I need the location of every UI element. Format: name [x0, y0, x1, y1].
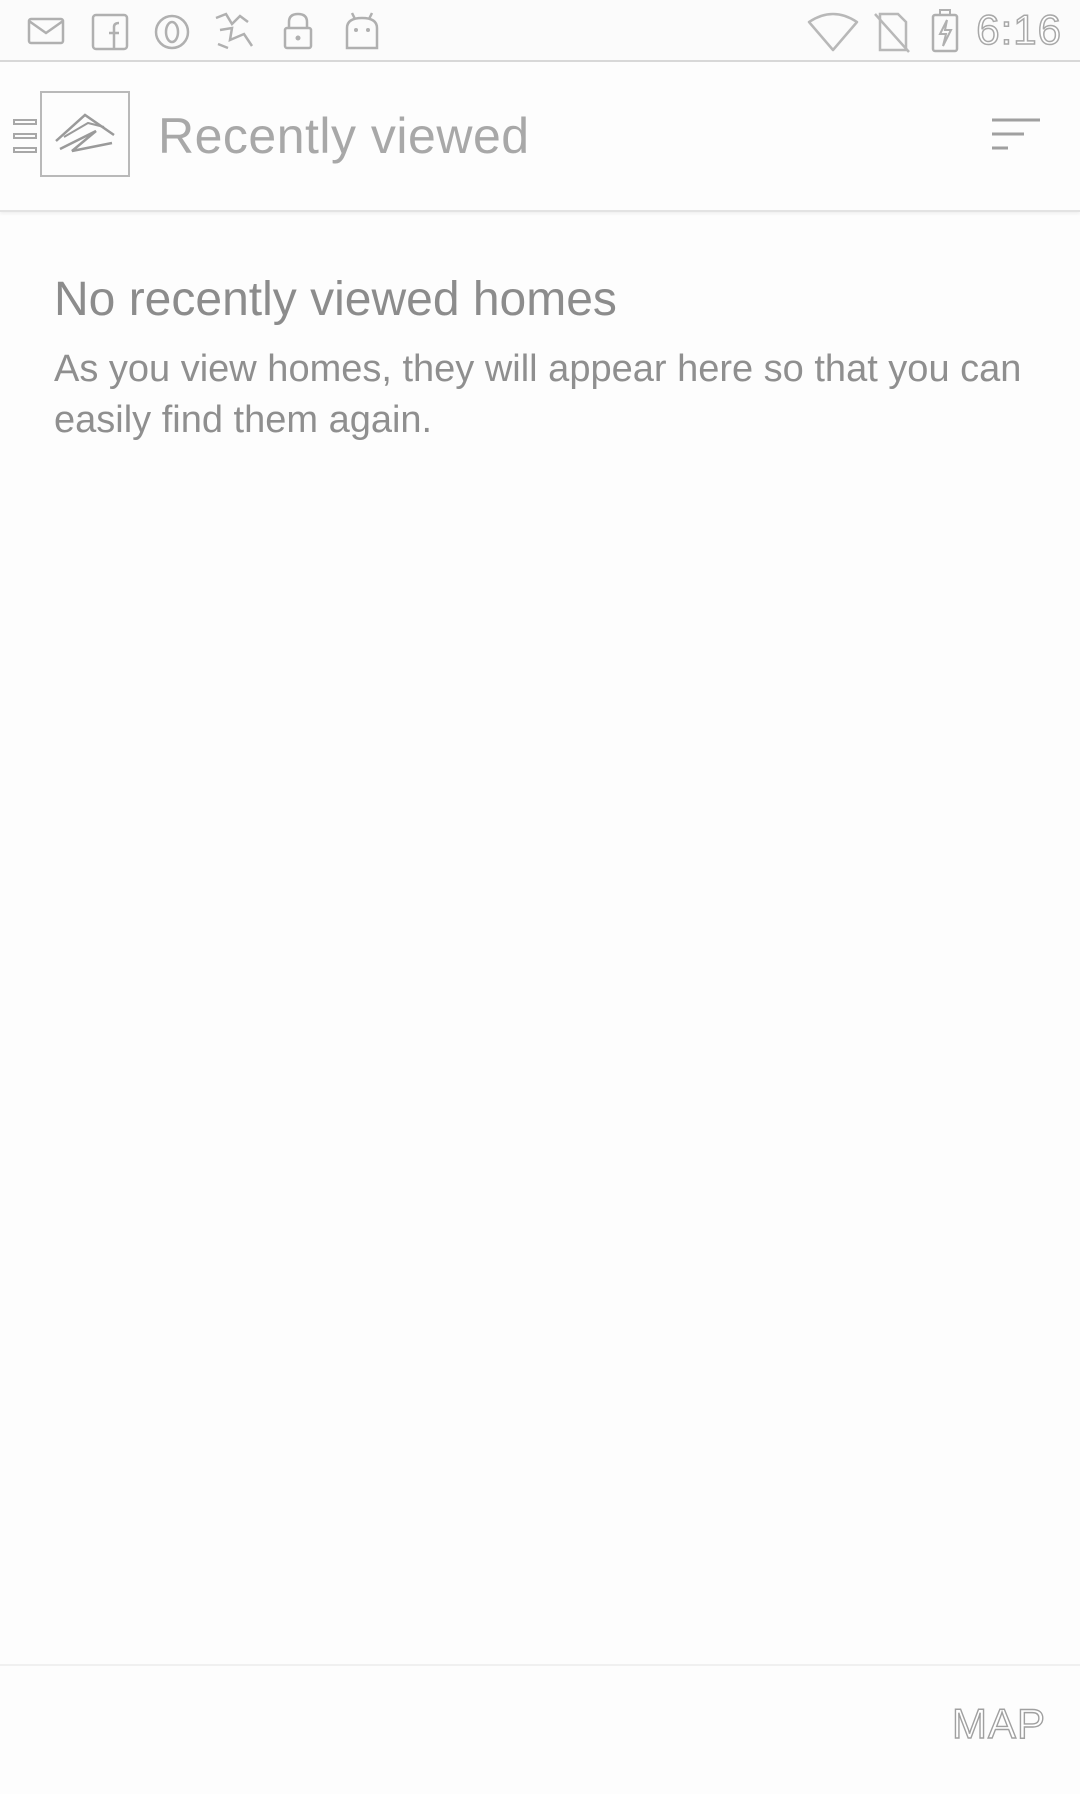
empty-state: No recently viewed homes As you view hom…	[54, 268, 1044, 446]
app-bar: Recently viewed	[0, 62, 1080, 212]
empty-state-title: No recently viewed homes	[54, 273, 617, 326]
battery-charging-icon	[931, 9, 959, 53]
status-bar: 6:16	[0, 0, 1080, 62]
opera-icon	[154, 14, 190, 50]
mail-icon	[27, 17, 65, 45]
status-time: 6:16	[976, 5, 1062, 54]
wifi-icon	[807, 12, 859, 52]
facebook-icon	[91, 13, 129, 51]
no-sim-icon	[874, 12, 910, 53]
app-shortcut-icon	[215, 12, 254, 50]
page-title: Recently viewed	[158, 108, 530, 164]
android-icon	[345, 12, 379, 50]
zillow-logo-glyph	[55, 113, 115, 153]
lock-icon	[283, 12, 313, 50]
bottom-bar: MAP	[0, 1664, 1080, 1794]
empty-state-message: As you view homes, they will appear here…	[54, 348, 1022, 441]
map-button[interactable]: MAP	[951, 1696, 1046, 1752]
zillow-logo-icon[interactable]	[40, 91, 130, 177]
hamburger-menu-icon[interactable]	[12, 116, 38, 156]
sort-icon[interactable]	[990, 114, 1042, 154]
